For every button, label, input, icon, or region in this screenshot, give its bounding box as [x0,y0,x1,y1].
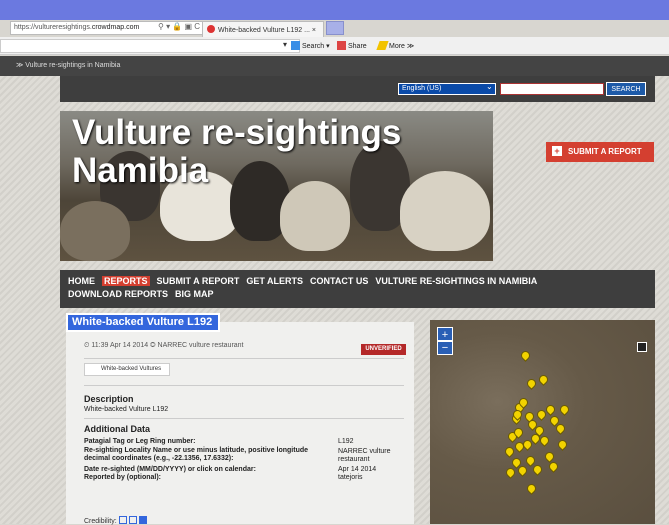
nav-item[interactable]: VULTURE RE-SIGHTINGS IN NAMIBIA [375,276,537,286]
divider [84,385,404,386]
language-select[interactable]: English (US) [398,83,496,95]
toolbar-share-button[interactable]: Share [337,41,367,50]
zoom-out-button[interactable]: − [437,341,453,355]
nav-item[interactable]: DOWNLOAD REPORTS [68,289,168,299]
nav-item[interactable]: REPORTS [102,276,150,286]
url-prefix: https://vultureresightings. [14,24,92,31]
field-value: NARREC vulture restaurant [338,448,391,463]
toolbar-more-button[interactable]: More ≫ [376,41,415,50]
tab-title: White-backed Vulture L192 ... [218,27,310,34]
toolbar-share-label: Share [348,43,367,50]
vulture-shape [400,171,490,251]
search-icon [291,41,300,50]
field-value: Apr 14 2014 [338,466,377,473]
vote-up-icon[interactable] [118,516,127,524]
submit-report-button[interactable]: + SUBMIT A REPORT [546,142,654,162]
field-label: Patagial Tag or Leg Ring number: [84,438,196,445]
site-search-input[interactable] [500,83,604,95]
tab-active[interactable]: White-backed Vulture L192 ... × [202,21,324,37]
divider [84,418,404,419]
report-meta: ⏲ 11:39 Apr 14 2014 ◎ NARREC vulture res… [84,342,244,349]
status-badge: UNVERIFIED [361,344,406,355]
main-nav: HOME REPORTS SUBMIT A REPORT GET ALERTS CONT… [60,270,655,308]
pencil-icon [376,41,389,50]
submit-report-label: SUBMIT A REPORT [568,147,642,156]
category-link[interactable]: White-backed Vultures [84,363,170,376]
report-map[interactable] [430,320,655,524]
site-search-button[interactable]: SEARCH [606,82,646,96]
nav-item[interactable]: BIG MAP [175,289,214,299]
banner-title: Vulture re-sightings Namibia [72,114,401,190]
toolbar-search-button[interactable]: Search ▾ [291,41,330,50]
browser-title-bar [0,0,669,20]
nav-item[interactable]: HOME [68,276,95,286]
field-value: tatejoris [338,474,363,481]
divider [84,358,404,359]
nav-item[interactable]: CONTACT US [310,276,368,286]
plus-icon: + [552,146,562,156]
banner-title-line2: Namibia [72,151,209,190]
url-domain: crowdmap.com [91,24,140,31]
new-tab-button[interactable] [326,21,344,35]
tab-close-icon[interactable]: × [312,27,316,34]
layers-icon[interactable] [637,342,647,352]
vulture-shape [60,201,130,261]
toolbar-search-field[interactable] [0,39,300,53]
vote-down-icon[interactable] [128,516,137,524]
toolbar-more-label: More ≫ [389,43,415,50]
additional-data-heading: Additional Data [84,424,151,434]
url-bar-icons[interactable]: ⚲ ▾ 🔒 ▣ C [158,22,200,31]
credibility-score-icon [138,516,147,524]
chevron-down-icon[interactable]: ⌄ [486,82,493,91]
search-dropdown-icon: ▾ [326,43,330,50]
share-icon [337,41,346,50]
description-text: White-backed Vulture L192 [84,406,169,413]
page-title: White-backed Vulture L192 [66,313,220,332]
site-favicon-icon [207,25,215,33]
field-value: L192 [338,438,354,445]
description-heading: Description [84,394,134,404]
bookmark-link[interactable]: ≫ Vulture re-sightings in Namibia [16,61,120,69]
nav-item[interactable]: SUBMIT A REPORT [157,276,240,286]
chevron-down-icon[interactable]: ▾ [283,40,287,49]
toolbar-search-label: Search [302,43,325,50]
zoom-in-button[interactable]: + [437,327,453,341]
field-label: Reported by (optional): [84,474,161,481]
nav-item[interactable]: GET ALERTS [246,276,303,286]
field-label: Re-sighting Locality Name or use minus l… [84,447,309,462]
field-label: Date re-sighted (MM/DD/YYYY) or click on… [84,466,256,473]
banner-title-line1: Vulture re-sightings [72,113,402,152]
vulture-shape [280,181,350,251]
